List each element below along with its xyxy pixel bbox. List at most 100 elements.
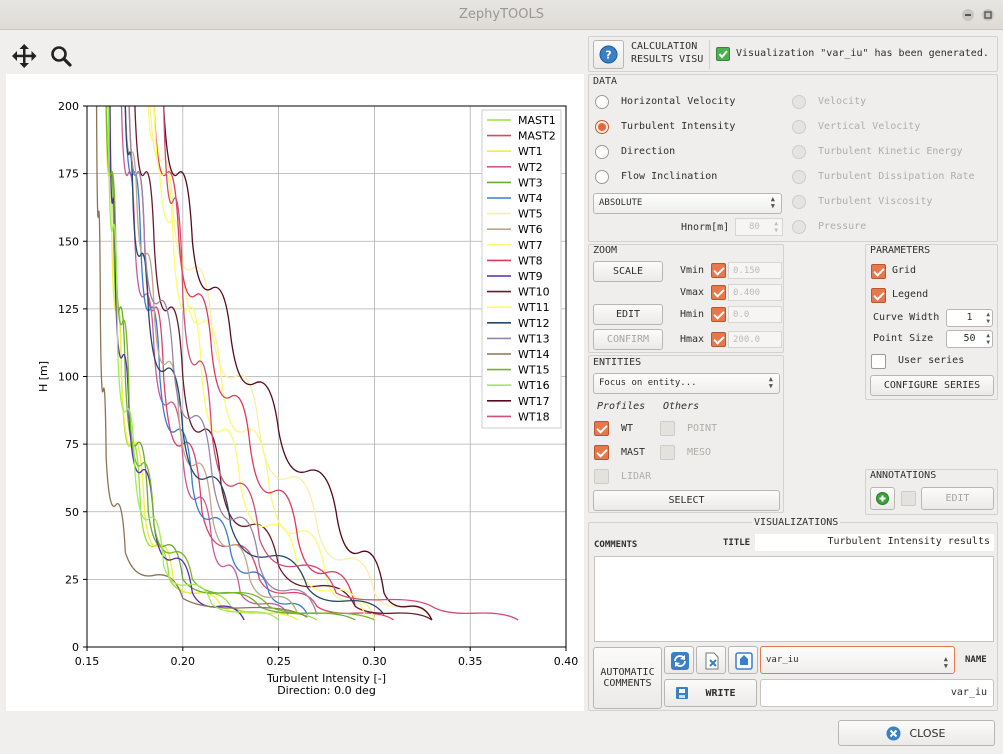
delete-visualization-button[interactable] (696, 646, 726, 674)
x-tick-label: 0.15 (75, 655, 100, 668)
wt-checkbox[interactable] (594, 421, 609, 436)
curve-width-spinner[interactable]: 1 ▲ ▼ (946, 309, 993, 327)
write-button[interactable]: WRITE (664, 679, 757, 707)
hmin-checkbox[interactable] (711, 307, 726, 322)
radio-flow-inclination[interactable] (595, 170, 609, 184)
legend-checkbox[interactable] (871, 288, 886, 303)
plus-circle-icon (876, 492, 889, 505)
radio-direction[interactable] (595, 145, 609, 159)
select-entities-button[interactable]: SELECT (593, 490, 780, 511)
meso-checkbox[interactable] (660, 445, 675, 460)
window-title: ZephyTOOLS (459, 7, 544, 22)
plot-area[interactable]: 0.15 0.20 0.25 0.30 0.35 0.40 0 25 50 75 100 125 150… (6, 74, 584, 711)
legend-label-wt14: WT14 (518, 348, 550, 361)
magnifier-icon[interactable] (47, 43, 75, 69)
legend-label-wt1: WT1 (518, 145, 543, 158)
visualization-select[interactable]: var_iu ▲ ▼ (760, 646, 955, 674)
title-label: TITLE (723, 538, 751, 548)
updown-arrows-icon: ▲ ▼ (768, 375, 773, 390)
help-button[interactable]: ? (593, 40, 624, 69)
vmin-checkbox[interactable] (711, 263, 726, 278)
scale-button[interactable]: SCALE (593, 261, 663, 282)
radio-turbulent-dissipation-rate[interactable] (792, 170, 806, 184)
minimize-icon[interactable] (962, 9, 974, 21)
grid-checkbox[interactable] (871, 264, 886, 279)
curve-width-label: Curve Width (873, 312, 940, 323)
configure-series-button[interactable]: CONFIGURE SERIES (870, 375, 994, 396)
mode-select[interactable]: ABSOLUTE ▲ ▼ (593, 193, 782, 214)
confirm-zoom-button[interactable]: CONFIRM (593, 329, 663, 350)
refresh-button[interactable] (664, 646, 694, 674)
refresh-icon (671, 652, 689, 670)
edit-zoom-button[interactable]: EDIT (593, 304, 663, 325)
name-label: NAME (965, 655, 987, 665)
x-tick-label: 0.30 (362, 655, 387, 668)
add-annotation-button[interactable] (870, 487, 895, 510)
legend-label-wt5: WT5 (518, 208, 543, 221)
legend-label-wt12: WT12 (518, 317, 550, 330)
vmax-checkbox[interactable] (711, 285, 726, 300)
move-arrows-icon[interactable] (10, 43, 38, 69)
focus-entity-select[interactable]: Focus on entity... ▲ ▼ (593, 373, 780, 394)
updown-arrows-icon: ▲ ▼ (770, 195, 775, 210)
lidar-checkbox[interactable] (594, 469, 609, 484)
x-tick-label: 0.20 (171, 655, 196, 668)
x-tick-label: 0.40 (554, 655, 579, 668)
turbulence-chart[interactable]: 0.15 0.20 0.25 0.30 0.35 0.40 0 25 50 75 100 125 150… (6, 74, 584, 711)
comments-textarea[interactable] (594, 556, 994, 642)
hmax-checkbox[interactable] (711, 332, 726, 347)
legend-label-wt6: WT6 (518, 223, 543, 236)
radio-turbulent-kinetic-energy[interactable] (792, 145, 806, 159)
vmin-label: Vmin (680, 265, 705, 276)
legend-label-wt16: WT16 (518, 379, 550, 392)
wt-label: WT (621, 423, 634, 434)
visualization-select-value: var_iu (766, 655, 799, 665)
edit-annotation-button[interactable]: EDIT (921, 487, 994, 510)
radio-horizontal-velocity[interactable] (595, 95, 609, 109)
entities-title: ENTITIES (593, 357, 642, 368)
data-section-title: DATA (593, 76, 618, 87)
name-input[interactable]: var_iu (760, 679, 994, 707)
legend-label: Legend (892, 289, 929, 300)
legend-label-wt8: WT8 (518, 254, 543, 267)
radio-turbulent-intensity[interactable] (595, 120, 609, 134)
maximize-icon[interactable] (982, 9, 994, 21)
radio-velocity[interactable] (792, 95, 806, 109)
hnorm-input[interactable]: 80 ▲ ▼ (735, 218, 783, 236)
automatic-comments-button[interactable]: AUTOMATIC COMMENTS (593, 647, 662, 709)
label-direction: Direction (621, 146, 676, 157)
user-series-label: User series (898, 355, 965, 366)
mast-checkbox[interactable] (594, 445, 609, 460)
write-icon (676, 687, 688, 699)
y-tick-label: 75 (65, 438, 79, 451)
legend-label-wt3: WT3 (518, 176, 543, 189)
radio-turbulent-viscosity[interactable] (792, 195, 806, 209)
success-check-icon (716, 47, 730, 61)
hmin-input[interactable]: 0.0 (728, 306, 782, 323)
point-size-spinner[interactable]: 50 ▲ ▼ (946, 330, 993, 348)
user-series-checkbox[interactable] (871, 354, 886, 369)
y-tick-label: 50 (65, 506, 79, 519)
vmin-input[interactable]: 0.150 (728, 262, 782, 279)
spin-arrows-icon: ▲ ▼ (986, 311, 990, 325)
label-turbulent-kinetic-energy: Turbulent Kinetic Energy (818, 146, 963, 157)
legend-label-wt9: WT9 (518, 270, 543, 283)
hmin-label: Hmin (680, 309, 705, 320)
y-tick-label: 0 (72, 641, 79, 654)
x-tick-label: 0.25 (266, 655, 291, 668)
title-input[interactable]: Turbulent Intensity results (755, 534, 994, 551)
legend-label-wt10: WT10 (518, 286, 550, 299)
radio-vertical-velocity[interactable] (792, 120, 806, 134)
label-velocity: Velocity (818, 96, 867, 107)
annotation-checkbox[interactable] (901, 491, 916, 506)
status-message: Visualization "var_iu" has been generate… (736, 48, 989, 59)
hmax-input[interactable]: 200.0 (728, 331, 782, 348)
vmax-input[interactable]: 0.400 (728, 284, 782, 301)
vmax-label: Vmax (680, 287, 705, 298)
close-button[interactable]: CLOSE (838, 720, 995, 746)
spin-arrows-icon: ▲ ▼ (986, 332, 990, 346)
export-button[interactable] (728, 646, 758, 674)
point-checkbox[interactable] (660, 421, 675, 436)
y-tick-label: 200 (58, 100, 79, 113)
radio-pressure[interactable] (792, 220, 806, 234)
